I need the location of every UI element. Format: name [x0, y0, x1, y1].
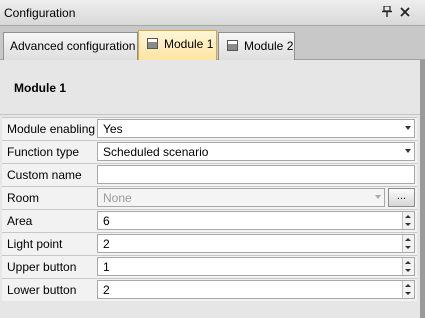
- spinner-arrows[interactable]: [402, 212, 414, 229]
- dropdown-value: Yes: [103, 122, 123, 136]
- tab-strip: Advanced configuration Module 1 Module 2: [0, 26, 425, 61]
- property-row-lower-button: Lower button 2: [2, 278, 417, 301]
- close-icon[interactable]: [399, 6, 411, 20]
- property-row-upper-button: Upper button 1: [2, 255, 417, 278]
- property-label: Room: [7, 191, 40, 205]
- property-label: Lower button: [7, 283, 77, 297]
- panel-right-edge: [420, 60, 425, 318]
- light-point-spinner[interactable]: 2: [97, 234, 415, 253]
- chevron-down-icon: [405, 126, 411, 130]
- panel-title-bar: Configuration: [0, 0, 425, 26]
- tab-module-2[interactable]: Module 2: [218, 32, 295, 60]
- function-type-dropdown[interactable]: Scheduled scenario: [97, 142, 415, 161]
- module-enabling-dropdown[interactable]: Yes: [97, 119, 415, 138]
- spin-up-icon[interactable]: [405, 238, 411, 241]
- chevron-down-icon: [375, 195, 381, 199]
- spin-down-icon[interactable]: [405, 223, 411, 226]
- room-browse-button[interactable]: ...: [388, 188, 415, 207]
- property-label: Light point: [7, 237, 63, 251]
- property-row-custom-name: Custom name: [2, 163, 417, 186]
- spinner-value: 1: [103, 260, 110, 274]
- property-label: Function type: [7, 145, 80, 159]
- chevron-down-icon: [405, 149, 411, 153]
- upper-button-spinner[interactable]: 1: [97, 257, 415, 276]
- pin-icon[interactable]: [381, 5, 393, 20]
- custom-name-input[interactable]: [97, 165, 415, 184]
- tab-label: Module 2: [244, 39, 294, 53]
- tab-label: Advanced configuration: [10, 39, 136, 53]
- spinner-arrows[interactable]: [402, 281, 414, 298]
- property-label: Module enabling: [7, 122, 96, 136]
- property-row-function-type: Function type Scheduled scenario: [2, 140, 417, 163]
- spin-up-icon[interactable]: [405, 215, 411, 218]
- spinner-arrows[interactable]: [402, 258, 414, 275]
- spinner-value: 6: [103, 214, 110, 228]
- spin-down-icon[interactable]: [405, 246, 411, 249]
- property-row-module-enabling: Module enabling Yes: [2, 117, 417, 140]
- dropdown-value: None: [103, 191, 132, 205]
- spinner-arrows[interactable]: [402, 235, 414, 252]
- tab-module-1[interactable]: Module 1: [138, 30, 217, 61]
- area-spinner[interactable]: 6: [97, 211, 415, 230]
- tab-label: Module 1: [164, 37, 214, 51]
- property-row-light-point: Light point 2: [2, 232, 417, 255]
- property-label: Upper button: [7, 260, 77, 274]
- property-label: Custom name: [7, 168, 82, 182]
- dropdown-value: Scheduled scenario: [103, 145, 209, 159]
- module-icon: [147, 38, 158, 49]
- divider: [0, 114, 420, 115]
- room-dropdown[interactable]: None: [97, 188, 385, 207]
- spinner-value: 2: [103, 237, 110, 251]
- tab-advanced-configuration[interactable]: Advanced configuration: [3, 32, 138, 60]
- lower-button-spinner[interactable]: 2: [97, 280, 415, 299]
- spin-down-icon[interactable]: [405, 269, 411, 272]
- spin-up-icon[interactable]: [405, 284, 411, 287]
- property-label: Area: [7, 214, 33, 228]
- spinner-value: 2: [103, 283, 110, 297]
- panel-heading: Module 1: [14, 81, 67, 95]
- property-row-room: Room None ...: [2, 186, 417, 209]
- panel-title: Configuration: [4, 6, 76, 20]
- spin-down-icon[interactable]: [405, 292, 411, 295]
- spin-up-icon[interactable]: [405, 261, 411, 264]
- property-row-area: Area 6: [2, 209, 417, 232]
- module-icon: [227, 40, 238, 51]
- module-panel: Module 1 Module enabling Yes Function ty…: [0, 60, 420, 318]
